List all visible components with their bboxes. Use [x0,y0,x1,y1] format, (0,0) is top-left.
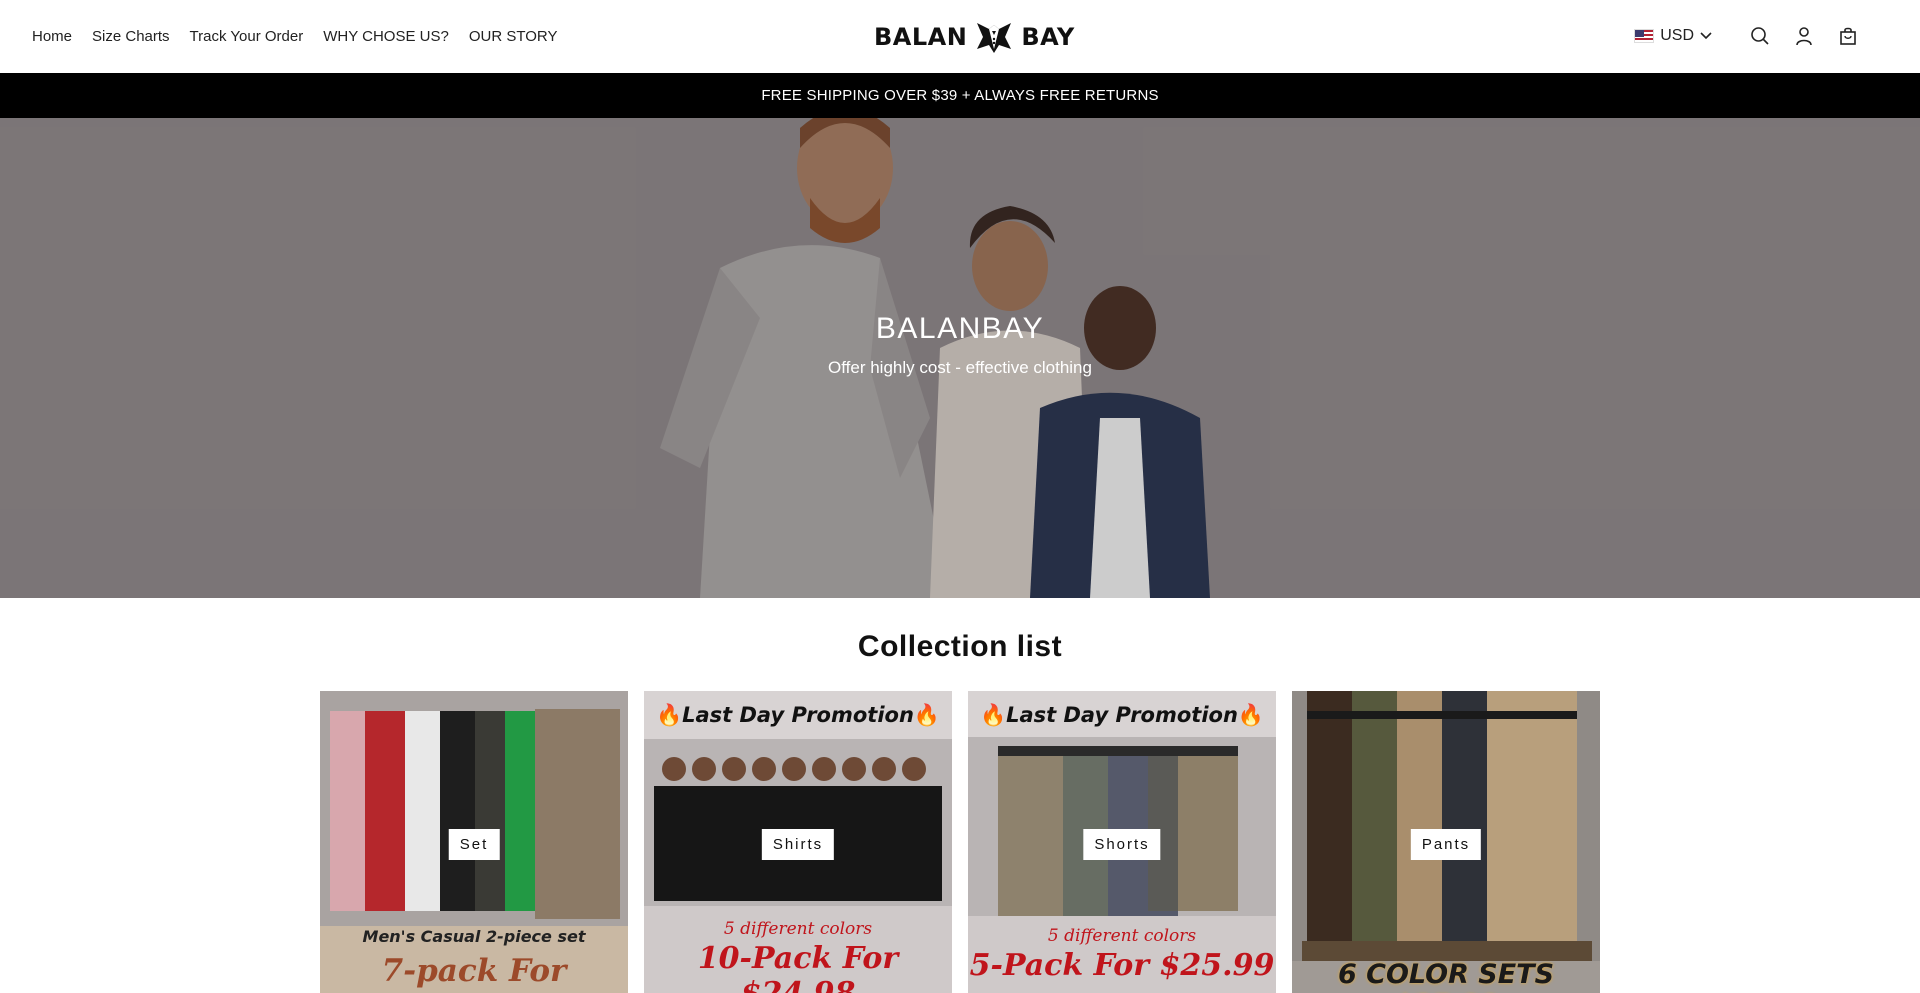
card-label-shorts: Shorts [1083,829,1161,860]
card-label-pants: Pants [1410,829,1482,860]
site-logo[interactable]: BALAN BAY [874,18,1075,56]
fire-icon: 🔥 [655,703,683,727]
cart-button[interactable] [1826,14,1870,58]
currency-selector[interactable]: USD [1634,27,1712,45]
announcement-bar: FREE SHIPPING OVER $39 + ALWAYS FREE RET… [0,73,1920,118]
shorts-promo-text: Last Day Promotion [1006,703,1238,727]
search-button[interactable] [1738,14,1782,58]
currency-code: USD [1660,27,1694,44]
us-flag-icon [1634,29,1655,43]
shorts-promo-heading: 🔥Last Day Promotion🔥 [968,703,1276,728]
announcement-text: FREE SHIPPING OVER $39 + ALWAYS FREE RET… [761,87,1159,104]
pants-price-text: 6 COLOR SETS $25.90 [1337,959,1555,993]
shorts-colors-text: 5 different colors [1047,926,1197,946]
hero-text: BALANBAY Offer highly cost - effective c… [0,312,1920,378]
nav-size-charts[interactable]: Size Charts [92,28,170,45]
shirts-colors-text: 5 different colors [723,919,873,939]
nav-track-order[interactable]: Track Your Order [190,28,304,45]
collection-card-shirts[interactable]: 🔥Last Day Promotion🔥 5 different colors … [644,691,952,993]
set-caption: Men's Casual 2-piece set [362,927,586,946]
hero-subtitle: Offer highly cost - effective clothing [828,358,1092,377]
hero-title: BALANBAY [875,312,1045,345]
tuxedo-logo-icon [977,23,1012,53]
chevron-down-icon [1700,32,1712,40]
main-nav: Home Size Charts Track Your Order WHY CH… [32,0,557,72]
shorts-price-text: 5-Pack For $25.99 [969,948,1275,983]
account-button[interactable] [1782,14,1826,58]
card-label-set: Set [448,829,500,860]
set-price-text: 7-pack For $25.99 [381,953,567,993]
header-actions: USD [1634,0,1870,72]
collection-card-pants[interactable]: 6 COLOR SETS $25.90 Pants [1292,691,1600,993]
cart-bag-icon [1840,27,1856,45]
collection-list-title: Collection list [857,630,1063,663]
hero-banner: BALANBAY Offer highly cost - effective c… [0,118,1920,598]
nav-our-story[interactable]: OUR STORY [469,28,558,45]
shirts-price-text: 10-Pack For $24.98 [697,941,899,993]
nav-home[interactable]: Home [32,28,72,45]
search-icon [1751,27,1769,45]
logo-text-right: BAY [1021,23,1075,51]
shirts-promo-text: Last Day Promotion [682,703,914,727]
fire-icon: 🔥 [913,703,941,727]
nav-why-chose-us[interactable]: WHY CHOSE US? [323,28,449,45]
logo-text-left: BALAN [874,23,968,51]
card-label-shirts: Shirts [761,829,835,860]
collection-cards: Men's Casual 2-piece set 7-pack For $25.… [320,691,1600,993]
user-icon [1796,27,1812,46]
site-header: Home Size Charts Track Your Order WHY CH… [0,0,1920,73]
collection-card-set[interactable]: Men's Casual 2-piece set 7-pack For $25.… [320,691,628,993]
fire-icon: 🔥 [979,703,1007,727]
collection-card-shorts[interactable]: 🔥Last Day Promotion🔥 5 different colors … [968,691,1276,993]
shirts-promo-heading: 🔥Last Day Promotion🔥 [644,703,952,728]
fire-icon: 🔥 [1237,703,1265,727]
